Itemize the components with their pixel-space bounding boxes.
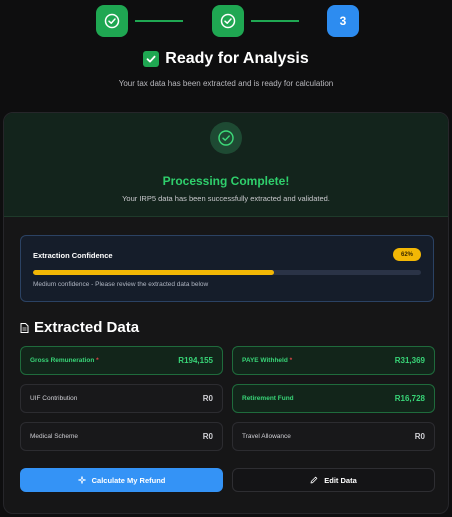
sparkle-icon [77,476,86,484]
field-travel-allowance[interactable]: Travel Allowance R0 [232,422,435,451]
check-circle-icon [220,13,236,29]
edit-data-button[interactable]: Edit Data [232,468,435,492]
confidence-label: Extraction Confidence [33,251,113,260]
checkbox-icon [143,51,160,67]
page-title: Ready for Analysis [0,50,452,68]
progress-stepper: 3 [0,5,452,37]
field-label: Retirement Fund [242,395,294,402]
confidence-progress-track [33,270,421,275]
step-connector [251,20,299,22]
results-card: Processing Complete! Your IRP5 data has … [3,112,449,514]
field-label: Medical Scheme [30,433,79,440]
confidence-progress-fill [33,270,274,275]
field-value: R16,728 [394,394,425,403]
field-uif-contribution[interactable]: UIF Contribution R0 [20,384,223,413]
status-message: Your IRP5 data has been successfully ext… [122,194,330,203]
calculate-refund-label: Calculate My Refund [91,475,166,485]
confidence-badge: 62% [393,248,421,261]
field-gross-remuneration[interactable]: Gross Remuneration * R194,155 [20,346,223,375]
page-title-text: Ready for Analysis [165,50,309,67]
field-value: R31,369 [394,356,425,365]
field-retirement-fund[interactable]: Retirement Fund R16,728 [232,384,435,413]
calculate-refund-button[interactable]: Calculate My Refund [20,468,223,492]
field-value: R194,155 [178,356,213,365]
check-circle-icon [218,130,234,146]
field-label: PAYE Withheld * [242,357,293,364]
field-paye-withheld[interactable]: PAYE Withheld * R31,369 [232,346,435,375]
status-title: Processing Complete! [162,174,290,188]
step-3-number: 3 [339,14,347,28]
field-value: R0 [202,432,213,441]
step-3-current: 3 [327,5,359,37]
step-2-complete [212,5,244,37]
extracted-data-heading: Extracted Data [20,319,139,336]
field-label: Travel Allowance [242,433,291,440]
field-value: R0 [414,432,425,441]
required-marker: * [289,357,293,364]
step-connector [135,20,183,22]
field-medical-scheme[interactable]: Medical Scheme R0 [20,422,223,451]
confidence-panel: Extraction Confidence 62% Medium confide… [20,235,434,302]
page-subtitle: Your tax data has been extracted and is … [118,79,334,88]
field-value: R0 [202,394,213,403]
step-1-complete [96,5,128,37]
field-label: Gross Remuneration * [30,357,99,364]
check-circle-icon [104,13,120,29]
success-badge [210,122,242,154]
extracted-data-title: Extracted Data [34,319,140,336]
edit-data-label: Edit Data [324,475,357,485]
status-header: Processing Complete! Your IRP5 data has … [4,113,448,217]
document-icon [20,322,29,333]
required-marker: * [96,357,99,364]
confidence-note: Medium confidence - Please review the ex… [33,281,209,288]
field-label: UIF Contribution [30,395,78,402]
pencil-icon [310,476,318,484]
